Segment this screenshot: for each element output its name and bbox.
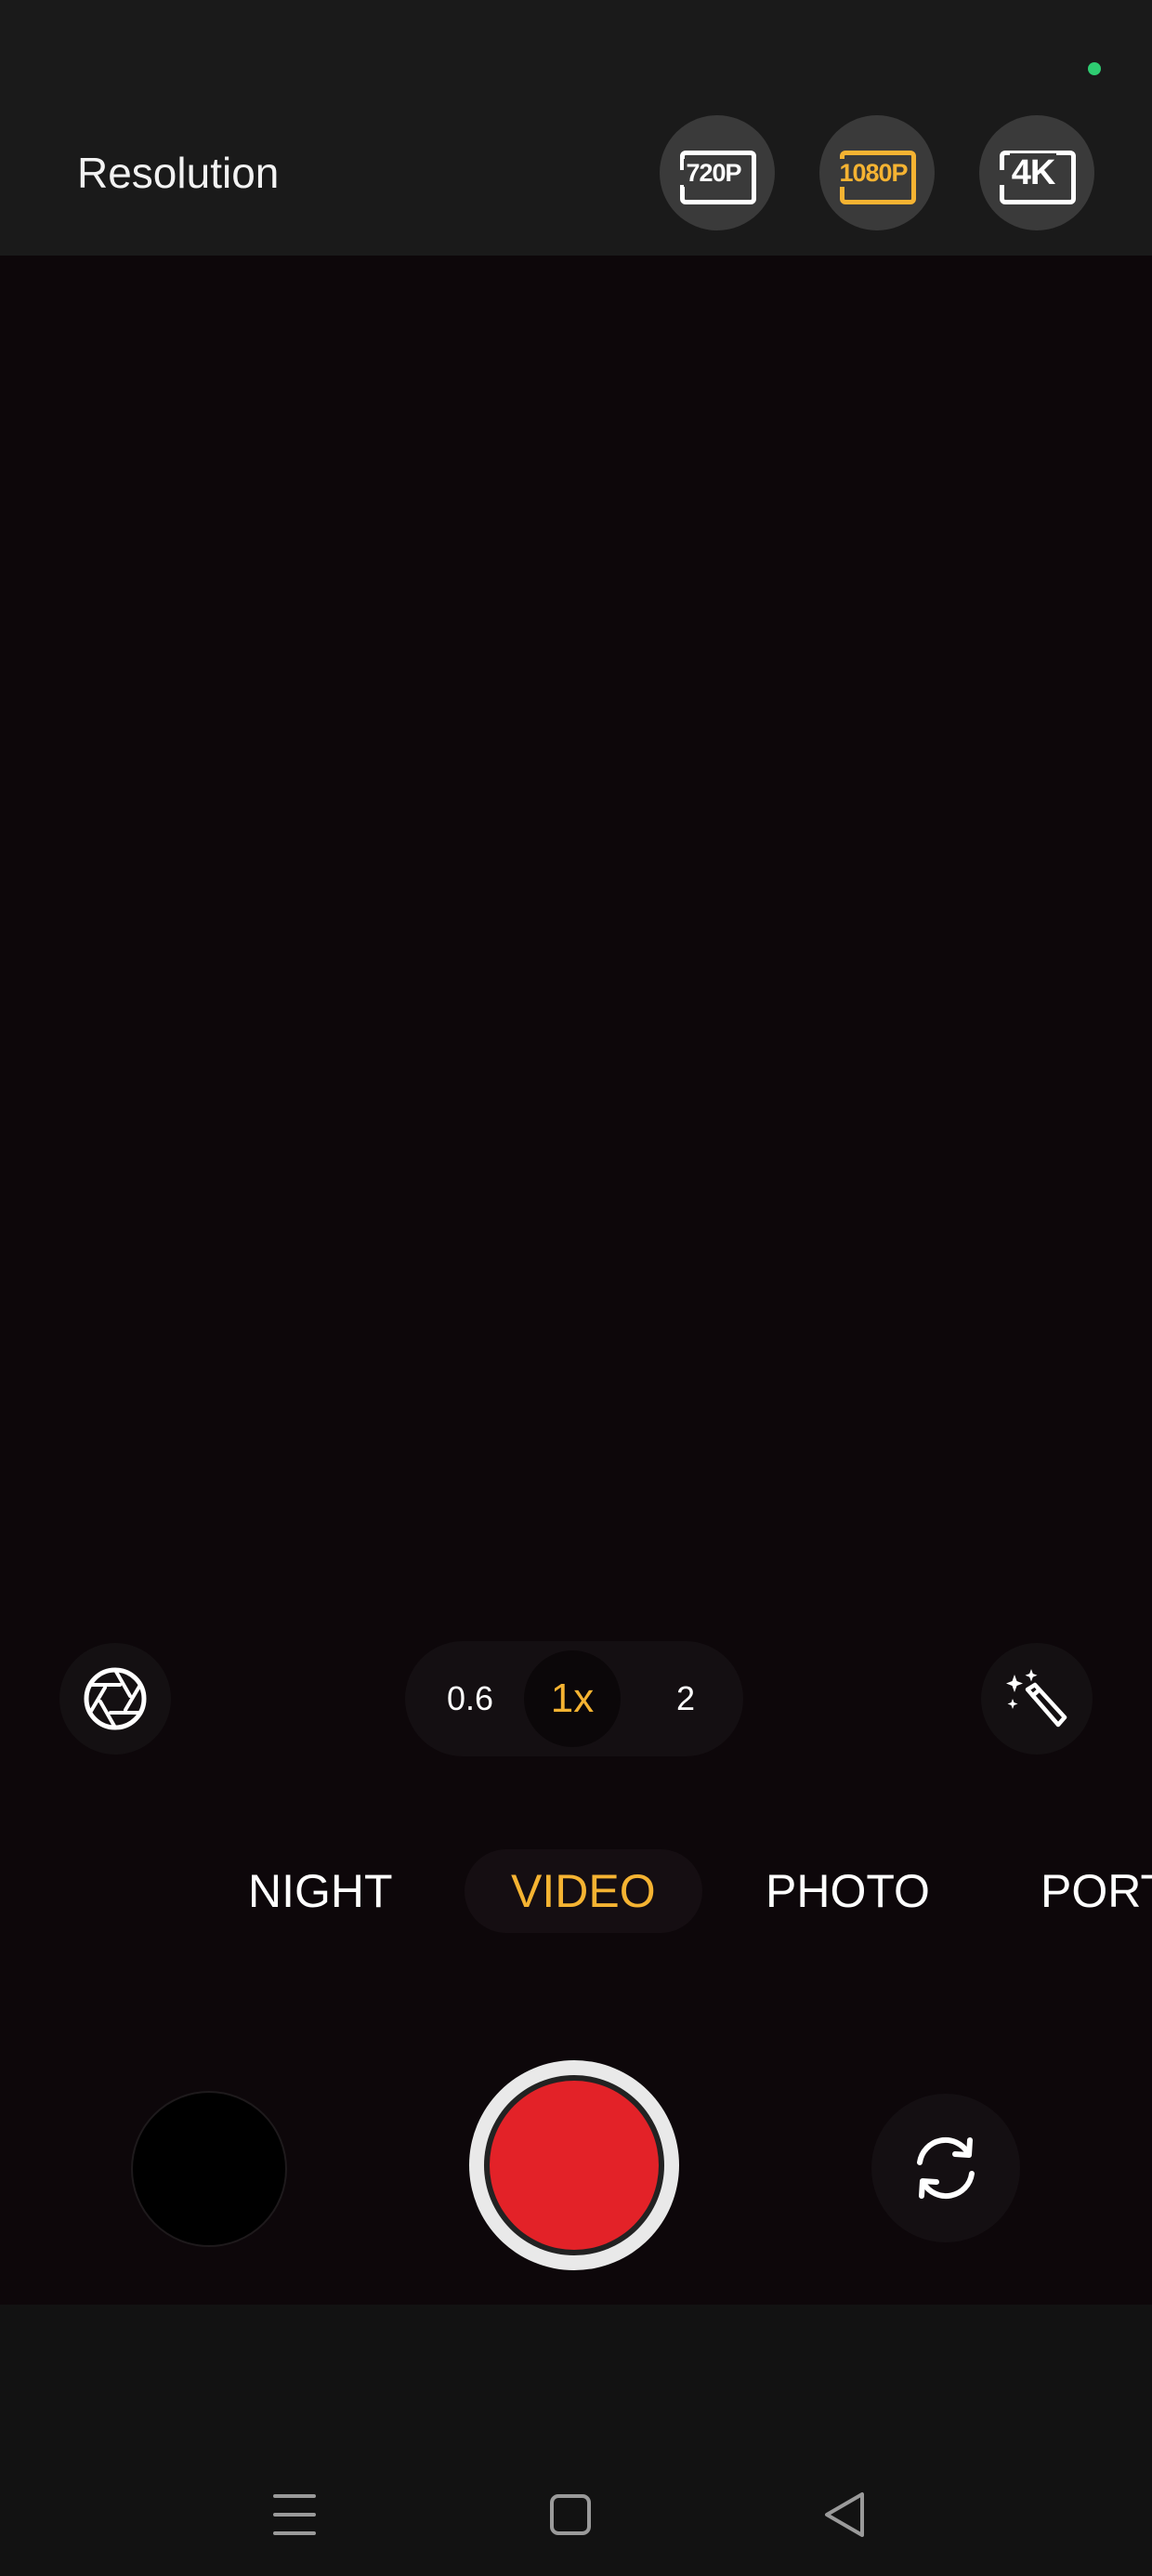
nav-recents-button[interactable] — [248, 2472, 341, 2565]
aperture-icon — [84, 1667, 147, 1730]
nav-back-button[interactable] — [799, 2472, 892, 2565]
system-navigation-bar — [0, 2305, 1152, 2576]
zoom-option-0-6[interactable]: 0.6 — [424, 1641, 517, 1756]
switch-camera-button[interactable] — [871, 2094, 1020, 2242]
resolution-4k-label: 4K — [1009, 153, 1057, 192]
zoom-option-2[interactable]: 2 — [639, 1641, 732, 1756]
mode-video[interactable]: VIDEO — [465, 1849, 702, 1933]
zoom-option-1x[interactable]: 1x — [524, 1650, 621, 1747]
resolution-1080p-label: 1080P — [837, 159, 910, 187]
nav-home-button[interactable] — [524, 2472, 617, 2565]
resolution-720p-label: 720P — [684, 159, 743, 187]
camera-viewfinder[interactable] — [0, 256, 1152, 2305]
resolution-bar: Resolution 720P 1080P 4K — [0, 0, 1152, 256]
back-icon — [825, 2492, 864, 2537]
home-icon — [550, 2494, 591, 2535]
aperture-button[interactable] — [59, 1643, 171, 1755]
camera-flip-icon — [917, 2136, 975, 2200]
record-button-core — [490, 2081, 659, 2250]
magic-wand-icon — [1006, 1669, 1067, 1728]
mode-photo[interactable]: PHOTO — [766, 1849, 930, 1933]
status-indicator-dot — [1088, 62, 1101, 75]
resolution-720p-button[interactable]: 720P — [660, 115, 775, 230]
zoom-selector: 0.6 1x 2 — [405, 1641, 743, 1756]
mode-selector: NIGHT VIDEO PHOTO PORT — [0, 1849, 1152, 1933]
gallery-thumbnail[interactable] — [131, 2091, 287, 2247]
resolution-title: Resolution — [77, 149, 280, 197]
menu-icon — [273, 2494, 316, 2535]
resolution-1080p-button[interactable]: 1080P — [819, 115, 935, 230]
mode-night[interactable]: NIGHT — [248, 1849, 393, 1933]
resolution-4k-button[interactable]: 4K — [979, 115, 1094, 230]
mode-portrait[interactable]: PORT — [1041, 1849, 1152, 1933]
record-button-ring — [484, 2075, 664, 2255]
beauty-effects-button[interactable] — [981, 1643, 1093, 1755]
record-button[interactable] — [469, 2060, 679, 2270]
